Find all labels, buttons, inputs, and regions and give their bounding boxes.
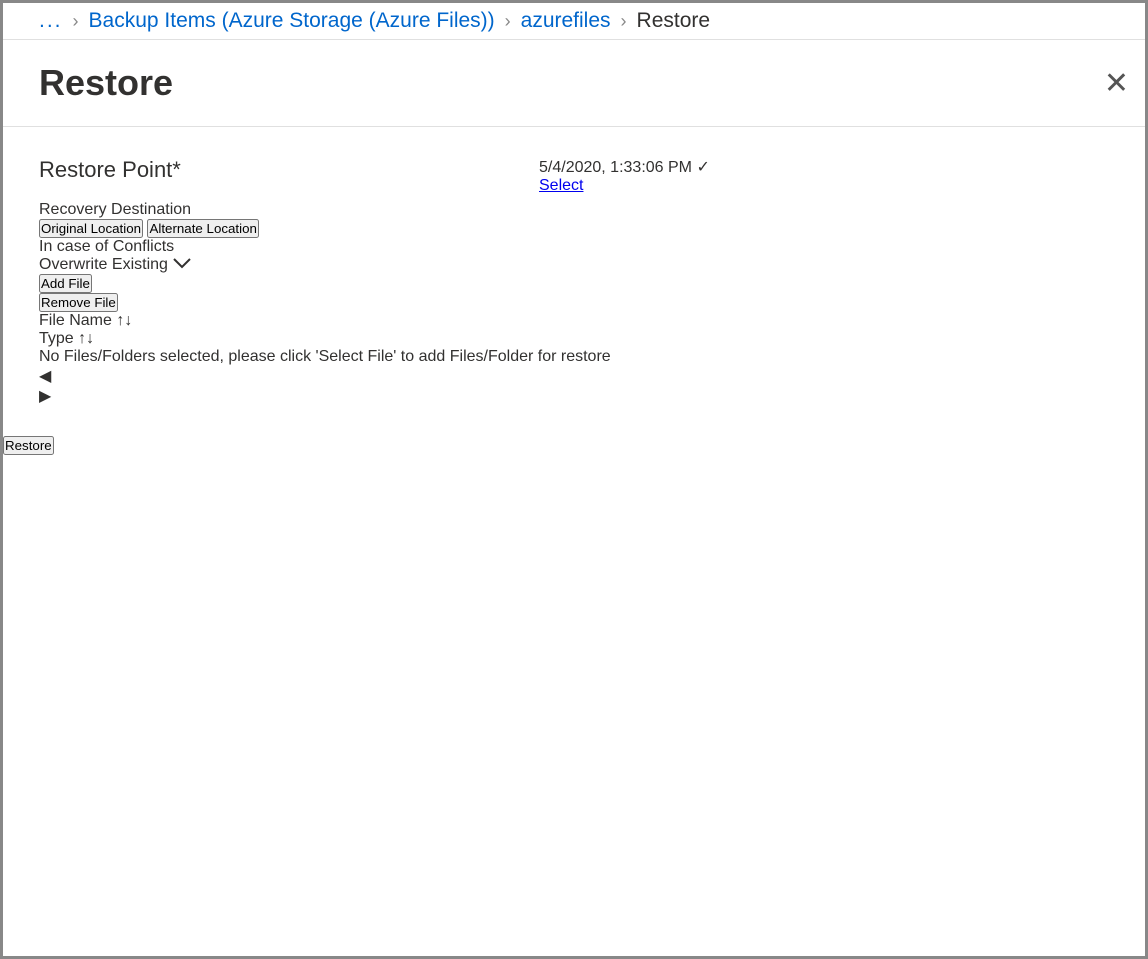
breadcrumb-ellipsis[interactable]: ... (39, 9, 63, 33)
sort-icon[interactable]: ↑↓ (78, 330, 94, 347)
page-header: Restore ✕ (3, 40, 1145, 127)
chevron-right-icon: › (621, 11, 627, 32)
page-title: Restore (39, 62, 173, 104)
add-file-button[interactable]: Add File (39, 274, 92, 293)
conflicts-label: In case of Conflicts (39, 238, 1109, 256)
remove-file-button: Remove File (39, 293, 118, 312)
recovery-destination-toggle: Original Location Alternate Location (39, 219, 1109, 238)
scroll-right-icon[interactable]: ▶ (39, 388, 51, 405)
table-empty-message: No Files/Folders selected, please click … (39, 348, 1109, 366)
checkmark-icon: ✓ (696, 159, 709, 176)
breadcrumb-current: Restore (637, 9, 711, 33)
close-icon[interactable]: ✕ (1104, 66, 1129, 101)
add-file-highlight: Add File (39, 274, 1109, 293)
breadcrumb: ... › Backup Items (Azure Storage (Azure… (3, 3, 1145, 40)
chevron-down-icon (172, 256, 192, 273)
restore-point-input[interactable]: 5/4/2020, 1:33:06 PM ✓ (539, 157, 710, 177)
horizontal-scrollbar[interactable]: ◀ ▶ (39, 366, 1109, 406)
chevron-right-icon: › (505, 11, 511, 32)
conflicts-selected-value: Overwrite Existing (39, 256, 168, 273)
column-type[interactable]: Type (39, 330, 74, 347)
recovery-destination-heading: Recovery Destination (39, 201, 1109, 219)
original-location-option[interactable]: Original Location (39, 219, 143, 238)
scroll-left-icon[interactable]: ◀ (39, 368, 51, 385)
restore-point-label: Restore Point* (39, 157, 539, 183)
select-restore-point-link[interactable]: Select (539, 177, 583, 194)
breadcrumb-azurefiles[interactable]: azurefiles (521, 9, 611, 33)
required-asterisk: * (172, 157, 181, 182)
file-table-header: File Name ↑↓ Type ↑↓ (39, 312, 1109, 348)
chevron-right-icon: › (73, 11, 79, 32)
sort-icon[interactable]: ↑↓ (116, 312, 132, 329)
column-filename[interactable]: File Name (39, 312, 112, 329)
breadcrumb-backup-items[interactable]: Backup Items (Azure Storage (Azure Files… (89, 9, 495, 33)
alternate-location-option[interactable]: Alternate Location (147, 219, 258, 238)
conflicts-dropdown[interactable]: Overwrite Existing (39, 256, 1109, 274)
restore-button: Restore (3, 436, 54, 455)
restore-point-value: 5/4/2020, 1:33:06 PM (539, 159, 692, 176)
